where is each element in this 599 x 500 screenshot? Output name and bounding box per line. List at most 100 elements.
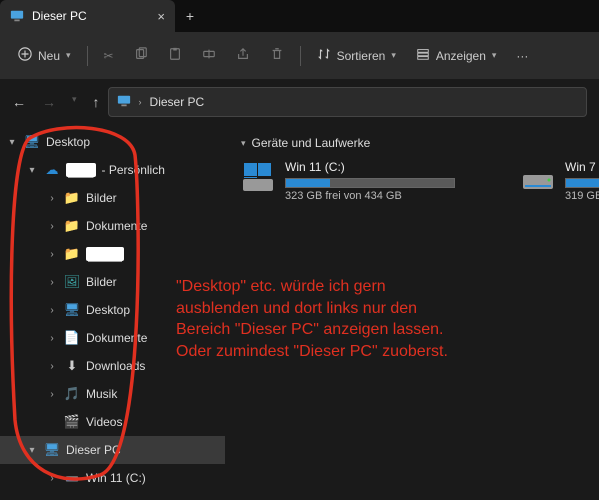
desktop-icon: 🖥 <box>64 302 80 318</box>
tree-item-redacted[interactable]: › 📁 ████ <box>0 240 225 268</box>
tree-item-bilder[interactable]: › 📁 Bilder <box>0 184 225 212</box>
tree-label: Bilder <box>86 191 117 205</box>
chevron-right-icon[interactable]: › <box>46 361 58 372</box>
tree-item-win11[interactable]: › Win 11 (C:) <box>0 464 225 492</box>
up-button[interactable]: ↑ <box>93 94 100 110</box>
chevron-down-icon: ▾ <box>391 50 396 61</box>
tree-desktop[interactable]: ▾ 🖥 Desktop <box>0 128 225 156</box>
chevron-right-icon[interactable]: › <box>46 389 58 400</box>
scissors-icon: ✂ <box>104 49 114 63</box>
nav-arrows: ← → ▾ ↑ <box>12 94 100 110</box>
sort-icon <box>317 47 331 64</box>
tree-this-pc[interactable]: ▾ 🖥 Dieser PC <box>0 436 225 464</box>
address-bar[interactable]: › Dieser PC <box>108 87 587 117</box>
tree-item-downloads[interactable]: › ⬇ Downloads <box>0 352 225 380</box>
clipboard-icon <box>168 47 182 64</box>
main-area: ▾ 🖥 Desktop ▾ ☁ ███ - Persönlich › 📁 Bil… <box>0 124 599 500</box>
chevron-right-icon[interactable]: › <box>46 249 58 260</box>
drive-title: Win 11 (C:) <box>285 160 455 174</box>
drive-body: Win 11 (C:) 323 GB frei von 434 GB <box>285 160 455 202</box>
tree-label: Dieser PC <box>66 443 121 457</box>
rename-icon <box>202 47 216 64</box>
download-icon: ⬇ <box>64 358 80 374</box>
drive-capacity-bar <box>565 178 599 188</box>
drive-c[interactable]: Win 11 (C:) 323 GB frei von 434 GB <box>241 160 441 202</box>
pc-icon: 🖥 <box>44 442 60 458</box>
separator <box>87 46 88 66</box>
copy-icon <box>134 47 148 64</box>
tree-item-dokumente[interactable]: › 📁 Dokumente <box>0 212 225 240</box>
plus-circle-icon <box>18 47 32 64</box>
monitor-icon <box>117 94 131 111</box>
chevron-down-icon[interactable]: ▾ <box>241 138 246 149</box>
share-button[interactable] <box>228 40 258 72</box>
tree-label: Dokumente <box>86 219 147 233</box>
new-label: Neu <box>38 49 60 63</box>
tree-label: Downloads <box>86 359 145 373</box>
drive-body: Win 7 (D:) 319 GB frei von 494 <box>565 160 599 202</box>
view-label: Anzeigen <box>436 49 486 63</box>
cut-button[interactable]: ✂ <box>96 40 122 72</box>
redacted-text: ███ <box>66 163 96 177</box>
group-label: Geräte und Laufwerke <box>252 136 371 150</box>
redacted-text: ████ <box>86 247 124 261</box>
view-icon <box>416 47 430 64</box>
chevron-right-icon[interactable]: › <box>46 305 58 316</box>
close-icon[interactable]: × <box>157 9 165 24</box>
share-icon <box>236 47 250 64</box>
chevron-right-icon[interactable]: › <box>46 277 58 288</box>
copy-button[interactable] <box>126 40 156 72</box>
address-row: ← → ▾ ↑ › Dieser PC <box>0 80 599 124</box>
tree-item-videos[interactable]: 🎬 Videos <box>0 408 225 436</box>
new-button[interactable]: Neu ▾ <box>10 40 79 72</box>
chevron-right-icon[interactable]: › <box>46 193 58 204</box>
monitor-icon <box>10 9 24 23</box>
content-pane: ▾ Geräte und Laufwerke Win 11 (C:) 323 G… <box>225 124 599 500</box>
video-icon: 🎬 <box>64 414 80 430</box>
tree-item-dokumente2[interactable]: › 📄 Dokumente <box>0 324 225 352</box>
chevron-down-icon[interactable]: ▾ <box>26 445 38 456</box>
more-button[interactable]: ··· <box>508 40 536 72</box>
windows-drive-icon <box>241 160 275 196</box>
tree-item-desktop[interactable]: › 🖥 Desktop <box>0 296 225 324</box>
paste-button[interactable] <box>160 40 190 72</box>
chevron-down-icon: ▾ <box>492 50 497 61</box>
chevron-right-icon[interactable]: › <box>46 473 58 484</box>
tree-label: Dokumente <box>86 331 147 345</box>
tree-item-bilder2[interactable]: › 🖼 Bilder <box>0 268 225 296</box>
drive-title: Win 7 (D:) <box>565 160 599 174</box>
chevron-right-icon[interactable]: › <box>46 333 58 344</box>
chevron-down-icon[interactable]: ▾ <box>6 137 18 148</box>
chevron-right-icon[interactable]: › <box>46 221 58 232</box>
tree-label: - Persönlich <box>102 163 165 177</box>
sort-button[interactable]: Sortieren ▾ <box>309 40 404 72</box>
tree-label: Musik <box>86 387 117 401</box>
sidebar: ▾ 🖥 Desktop ▾ ☁ ███ - Persönlich › 📁 Bil… <box>0 124 225 500</box>
tree-item-musik[interactable]: › 🎵 Musik <box>0 380 225 408</box>
tab-this-pc[interactable]: Dieser PC × <box>0 0 175 32</box>
delete-button[interactable] <box>262 40 292 72</box>
rename-button[interactable] <box>194 40 224 72</box>
drive-icon <box>64 470 80 486</box>
document-icon: 📄 <box>64 330 80 346</box>
back-button[interactable]: ← <box>12 94 26 110</box>
trash-icon <box>270 47 284 64</box>
breadcrumb[interactable]: Dieser PC <box>150 95 205 109</box>
titlebar: Dieser PC × + <box>0 0 599 32</box>
drive-d[interactable]: Win 7 (D:) 319 GB frei von 494 <box>521 160 599 202</box>
chevron-down-icon: ▾ <box>66 50 71 61</box>
tree-personal[interactable]: ▾ ☁ ███ - Persönlich <box>0 156 225 184</box>
view-button[interactable]: Anzeigen ▾ <box>408 40 505 72</box>
forward-button[interactable]: → <box>42 94 56 110</box>
tree-label: Win 11 (C:) <box>86 471 146 485</box>
tree-label: Bilder <box>86 275 117 289</box>
group-devices[interactable]: ▾ Geräte und Laufwerke <box>241 136 597 150</box>
cloud-icon: ☁ <box>44 162 60 178</box>
drives-list: Win 11 (C:) 323 GB frei von 434 GB Win 7… <box>241 160 597 202</box>
tree-label: Videos <box>86 415 122 429</box>
history-dropdown[interactable]: ▾ <box>72 94 77 110</box>
folder-icon: 📁 <box>64 190 80 206</box>
new-tab-button[interactable]: + <box>175 0 205 32</box>
chevron-down-icon[interactable]: ▾ <box>26 165 38 176</box>
drive-icon <box>521 160 555 196</box>
